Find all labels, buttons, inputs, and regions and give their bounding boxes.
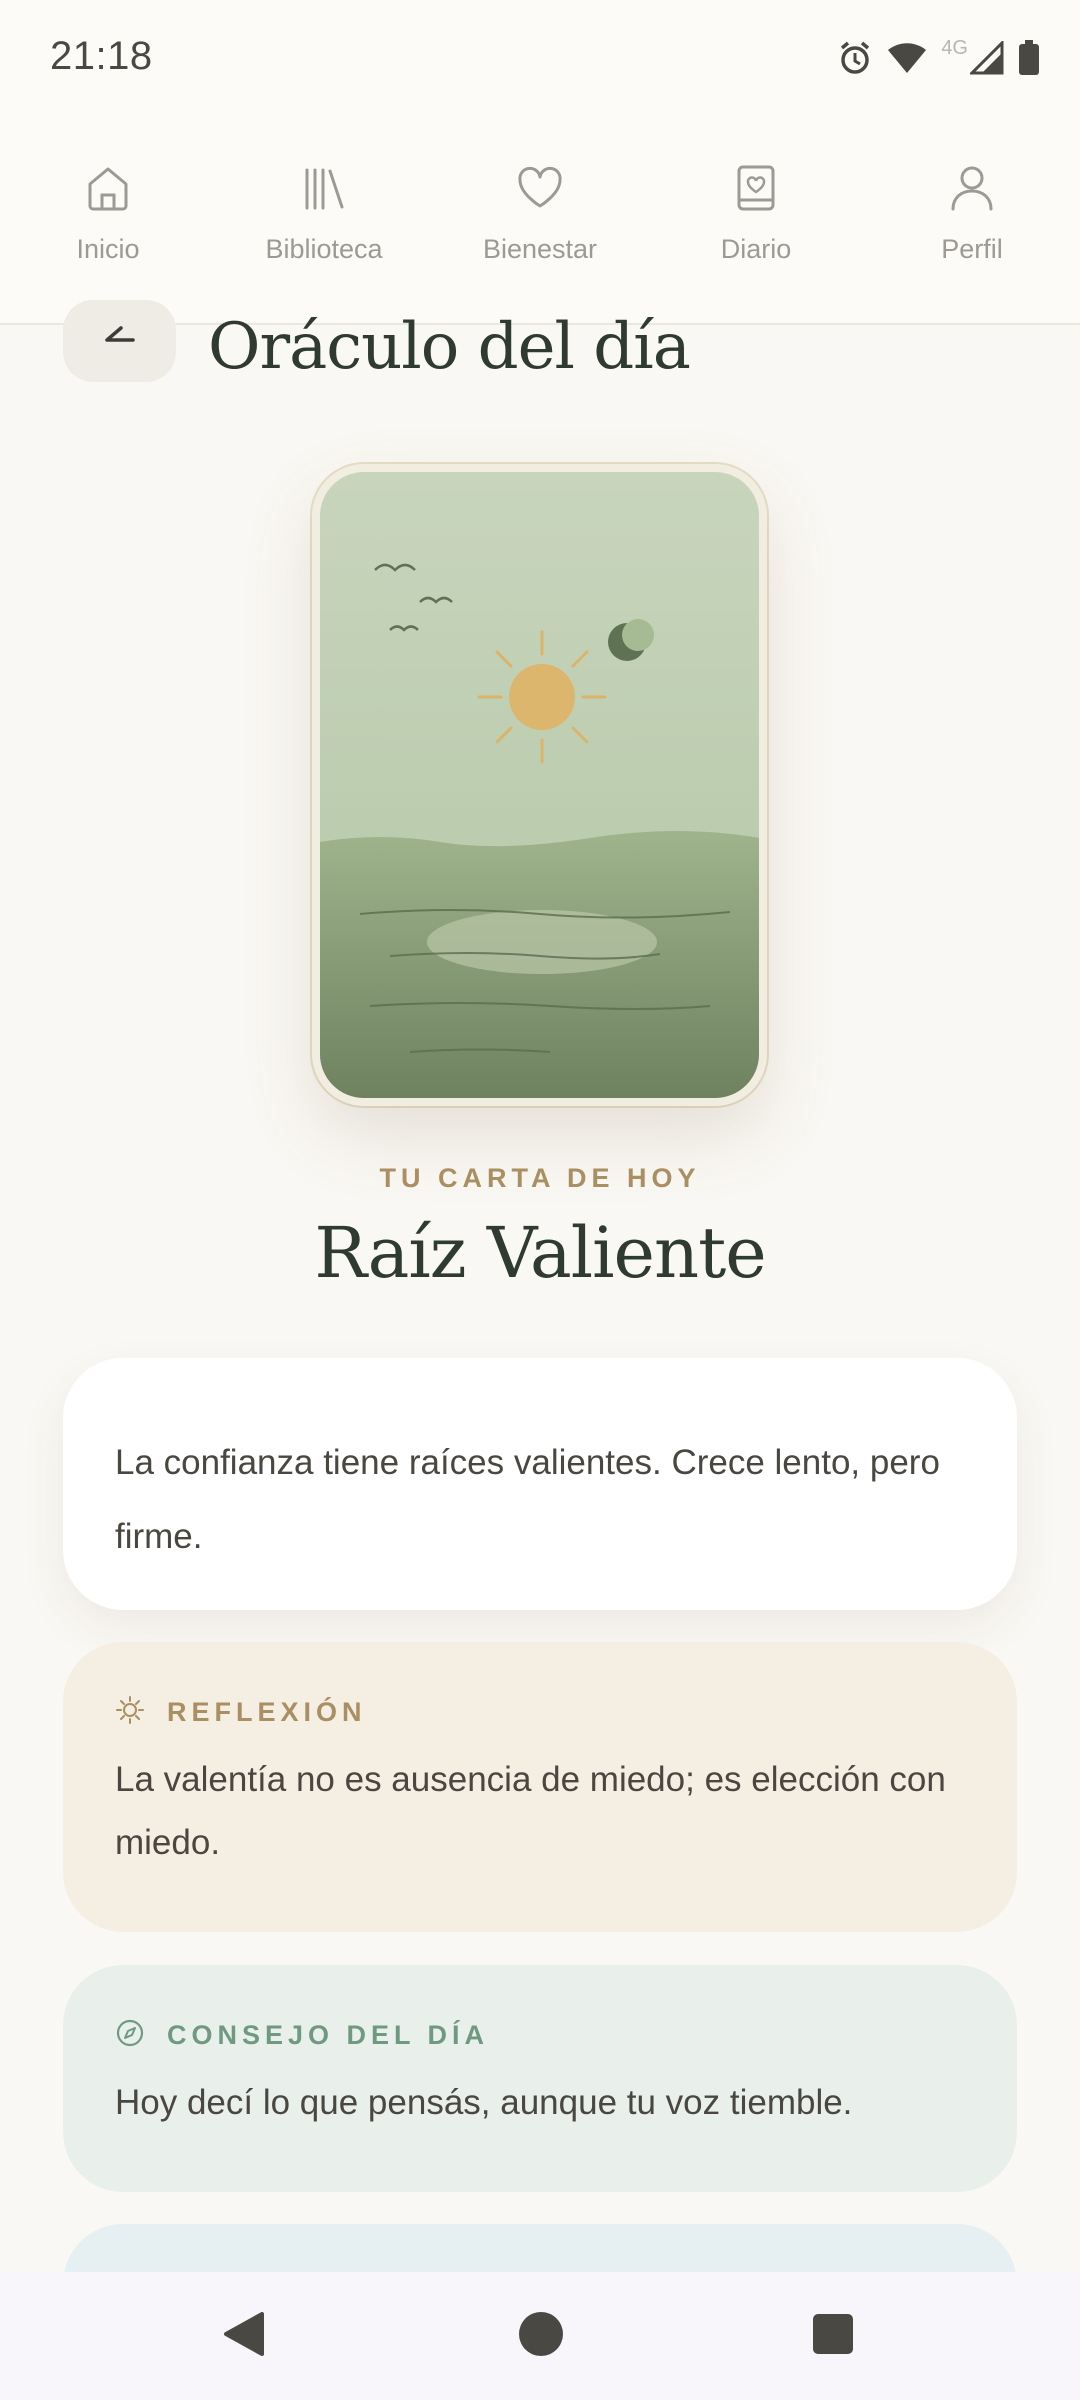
- message-text: La confianza tiene raíces valientes. Cre…: [115, 1443, 940, 1556]
- sun-icon: [115, 1695, 145, 1730]
- card-name: Raíz Valiente: [314, 1212, 766, 1294]
- status-bar: 21:18 4G: [0, 0, 1080, 118]
- nav-label-bienestar: Bienestar: [482, 234, 598, 264]
- recents-square-icon: [812, 2313, 854, 2360]
- nav-item-perfil[interactable]: Perfil: [864, 118, 1080, 323]
- nav-item-bienestar[interactable]: Bienestar: [432, 118, 648, 323]
- library-icon: [298, 162, 350, 214]
- network-label: 4G: [941, 36, 968, 59]
- page-title: Oráculo del día: [208, 310, 691, 384]
- home-circle-icon: [518, 2311, 564, 2362]
- nav-item-diario[interactable]: Diario: [648, 118, 864, 323]
- nav-item-inicio[interactable]: Inicio: [0, 118, 216, 323]
- compass-icon: [115, 2018, 145, 2053]
- reflexion-label: REFLEXIÓN: [167, 1696, 367, 1727]
- top-nav: Inicio Biblioteca Bienestar Diario Perfi…: [0, 118, 1080, 325]
- system-home-button[interactable]: [518, 2272, 564, 2400]
- reflexion-card: REFLEXIÓN La valentía no es ausencia de …: [63, 1642, 1017, 1932]
- nav-label-perfil: Perfil: [941, 234, 1003, 264]
- consejo-label: CONSEJO DEL DÍA: [167, 2019, 490, 2050]
- home-icon: [82, 162, 134, 214]
- message-card: La confianza tiene raíces valientes. Cre…: [63, 1358, 1017, 1610]
- back-button[interactable]: [63, 300, 176, 382]
- status-icons: 4G: [837, 36, 1040, 80]
- back-triangle-icon: [222, 2310, 266, 2363]
- profile-icon: [946, 162, 998, 214]
- wifi-icon: [887, 41, 927, 75]
- card-illustration: [320, 472, 759, 1098]
- signal-icon: [970, 41, 1004, 75]
- oracle-card[interactable]: [312, 464, 767, 1106]
- journal-icon: [730, 162, 782, 214]
- reflexion-text: La valentía no es ausencia de miedo; es …: [115, 1760, 946, 1862]
- status-time: 21:18: [50, 34, 153, 78]
- alarm-icon: [837, 40, 873, 76]
- nav-item-biblioteca[interactable]: Biblioteca: [216, 118, 432, 323]
- card-eyebrow: TU CARTA DE HOY: [379, 1163, 701, 1193]
- consejo-text: Hoy decí lo que pensás, aunque tu voz ti…: [115, 2083, 853, 2122]
- battery-icon: [1018, 40, 1040, 76]
- system-back-button[interactable]: [222, 2272, 266, 2400]
- nav-label-inicio: Inicio: [76, 234, 140, 264]
- heart-icon: [514, 162, 566, 214]
- system-nav-bar: [0, 2272, 1080, 2400]
- nav-label-biblioteca: Biblioteca: [265, 234, 383, 264]
- nav-label-diario: Diario: [720, 234, 792, 264]
- system-recents-button[interactable]: [812, 2272, 854, 2400]
- consejo-card: CONSEJO DEL DÍA Hoy decí lo que pensás, …: [63, 1965, 1017, 2192]
